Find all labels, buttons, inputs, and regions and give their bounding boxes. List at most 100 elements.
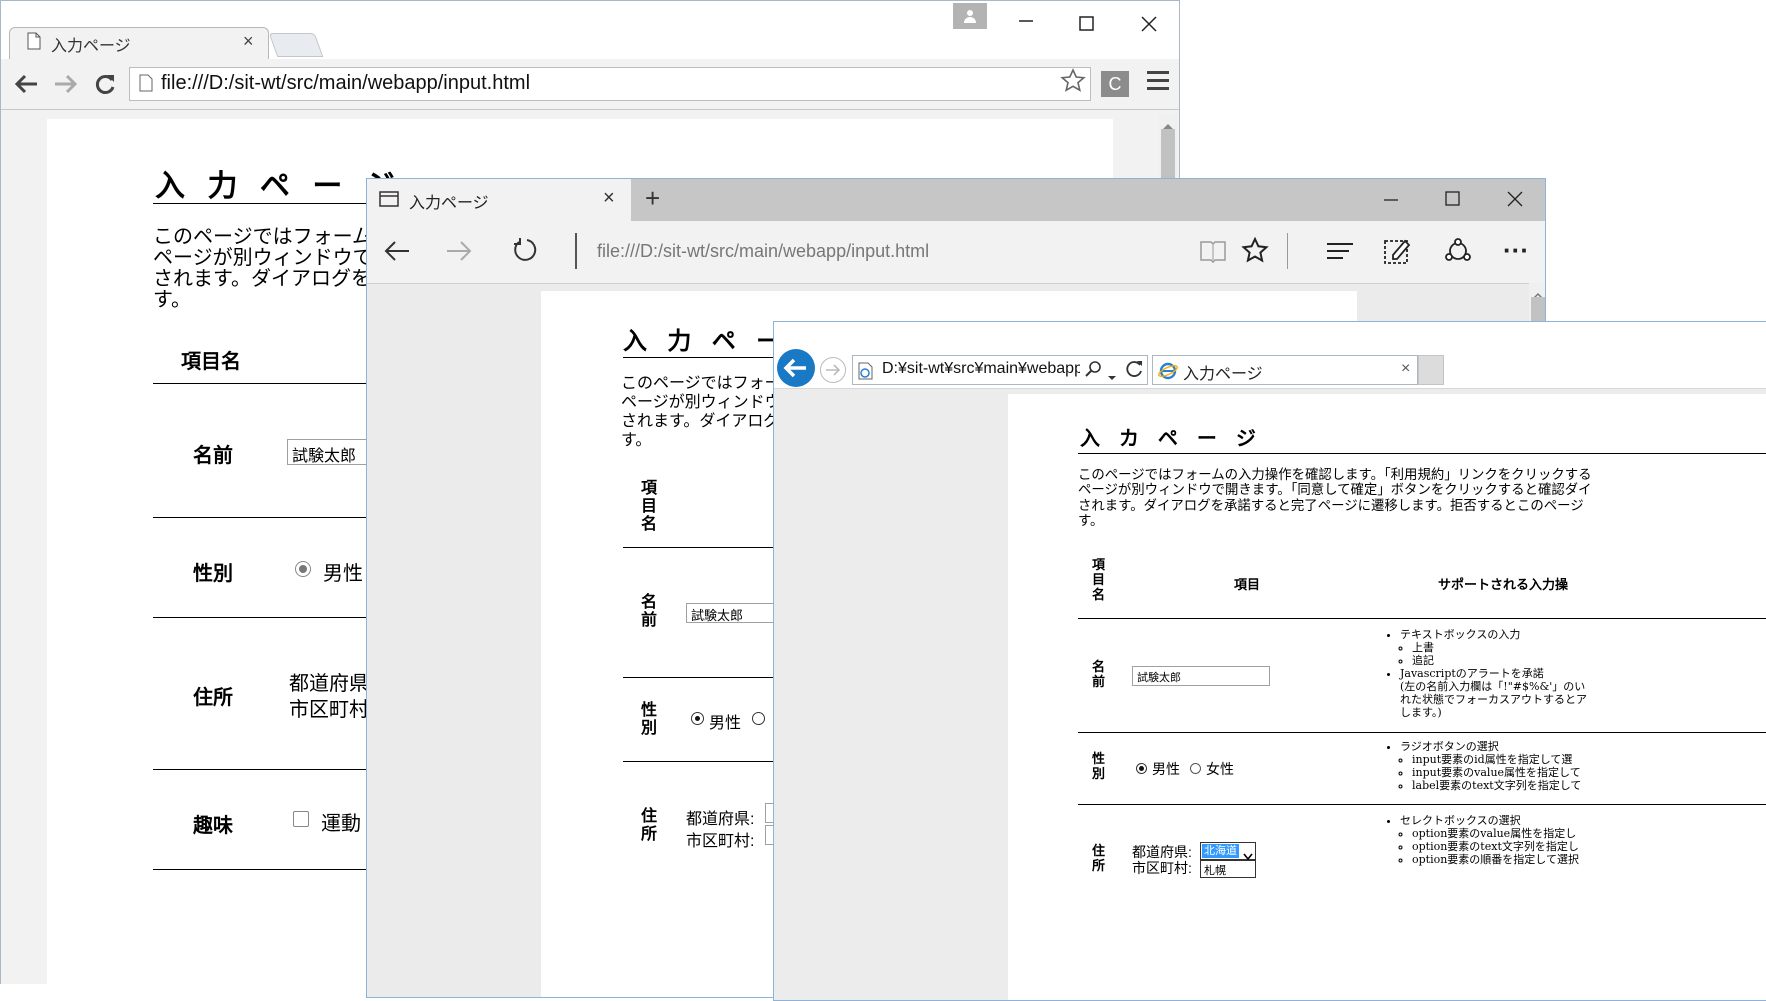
male-label[interactable]: 男性 (709, 709, 741, 733)
more-button[interactable]: ··· (1503, 235, 1529, 266)
male-label[interactable]: 男性 (323, 557, 363, 586)
male-radio[interactable] (691, 712, 704, 725)
minimize-icon[interactable] (1383, 191, 1399, 211)
reload-icon[interactable] (93, 72, 117, 100)
close-icon[interactable] (1507, 191, 1523, 211)
address-text[interactable]: file:///D:/sit-wt/src/main/webapp/input.… (161, 72, 530, 95)
back-arrow-icon[interactable] (13, 73, 39, 99)
row-label-char: 名 (1092, 660, 1106, 675)
forward-arrow-icon[interactable] (445, 239, 473, 267)
support-item: Javascriptのアラートを承諾 (左の名前入力欄は「!"#$%&'」のい … (1400, 667, 1587, 719)
forward-arrow-icon[interactable] (53, 73, 79, 99)
intro-line: す。 (153, 289, 191, 311)
pref-label: 都道府県 (289, 673, 369, 695)
male-radio[interactable] (1136, 763, 1147, 774)
ie-tab-close-button[interactable]: × (1401, 360, 1410, 378)
row-label-name: 名 前 (641, 593, 657, 629)
intro-line: されます。ダイアログを (621, 412, 796, 430)
support-gender-list: ラジオボタンの選択 input要素のid属性を指定して選 input要素のval… (1386, 740, 1581, 792)
support-item: テキストボックスの入力 上書 追記 (1400, 628, 1587, 667)
row-label-char: 所 (641, 824, 658, 843)
ie-logo-icon (1158, 362, 1178, 384)
name-input[interactable]: 試験太郎 (686, 603, 786, 623)
row-label-hobby: 趣味 (193, 813, 233, 837)
support-item-text: ラジオボタンの選択 (1400, 740, 1499, 753)
page-file-icon (858, 362, 874, 384)
support-item-text: テキストボックスの入力 (1400, 628, 1521, 641)
col-header-char: 名 (641, 514, 658, 533)
col-header-char: 目 (1092, 573, 1106, 588)
edge-tab-close-button[interactable]: × (603, 187, 615, 210)
tab-window-icon (379, 191, 399, 211)
row-label-name: 名 前 (1092, 660, 1105, 690)
minimize-icon[interactable] (1017, 5, 1035, 40)
row-label-char: 性 (1092, 752, 1106, 767)
file-icon (139, 74, 153, 96)
ie-new-tab-button[interactable] (1418, 355, 1444, 385)
female-radio[interactable] (752, 712, 765, 725)
back-arrow-icon[interactable] (383, 239, 411, 267)
favorites-star-icon[interactable] (1241, 236, 1269, 269)
edge-new-tab-button[interactable]: + (645, 183, 660, 214)
chrome-tab-close-button[interactable]: × (243, 31, 254, 52)
forward-arrow-icon[interactable] (819, 356, 847, 388)
table-rule (1078, 804, 1766, 805)
col-header-item-name: 項 目 名 (1092, 558, 1105, 603)
pref-select[interactable]: 北海道 (1200, 842, 1256, 861)
city-select-value: 札幌 (1204, 865, 1226, 877)
intro-line: このページではフォームの入力操作を確認します。「利用規約」リンクをクリックする (1078, 468, 1592, 483)
support-note: します。) (1400, 706, 1442, 719)
web-note-icon[interactable] (1383, 237, 1411, 269)
chrome-tab[interactable] (9, 27, 269, 61)
row-label-char: 住 (1092, 844, 1106, 859)
city-select[interactable]: 札幌 (1200, 860, 1256, 878)
name-input[interactable]: 試験太郎 (1132, 666, 1270, 686)
pref-select-value: 北海道 (1202, 844, 1239, 858)
col-header-item: 項目 (1234, 578, 1261, 593)
share-icon[interactable] (1443, 237, 1473, 269)
intro-line: ページが別ウィンドウ (621, 393, 781, 411)
hobby-label[interactable]: 運動 (321, 807, 361, 836)
intro-line: す。 (1078, 514, 1104, 530)
back-arrow-icon[interactable] (776, 348, 816, 392)
edge-toolbar (367, 221, 1545, 284)
support-name-list: テキストボックスの入力 上書 追記 Javascriptのアラートを承諾 (左の… (1386, 628, 1587, 719)
edge-address-text[interactable]: file:///D:/sit-wt/src/main/webapp/input.… (597, 241, 929, 262)
female-radio[interactable] (1190, 763, 1201, 774)
refresh-icon[interactable] (1126, 360, 1144, 382)
row-label-char: 名 (641, 592, 658, 611)
support-item-text: Javascriptのアラートを承諾 (1400, 667, 1544, 680)
hobby-checkbox[interactable] (293, 811, 309, 827)
male-label[interactable]: 男性 (1152, 759, 1180, 779)
edge-tab[interactable] (367, 179, 631, 221)
ie-address-text[interactable]: D:¥sit-wt¥src¥main¥webapp (882, 360, 1080, 378)
row-label-name: 名前 (193, 443, 233, 467)
dropdown-arrow-icon[interactable] (1107, 366, 1117, 385)
intro-line: されます。ダイアログを承諾すると完了ページに遷移します。拒否するとこのページ (1078, 498, 1584, 514)
menu-icon[interactable] (1147, 71, 1169, 91)
row-label-gender: 性 別 (1092, 752, 1105, 782)
toolbar-divider (1287, 233, 1288, 269)
maximize-icon[interactable] (1079, 13, 1095, 37)
female-label[interactable]: 女性 (1206, 759, 1234, 779)
row-label-address: 住 所 (1092, 844, 1105, 874)
col-header-item-name: 項 目 名 (641, 479, 657, 533)
search-icon[interactable] (1085, 360, 1103, 382)
reading-view-icon[interactable] (1199, 239, 1227, 267)
profile-avatar-icon[interactable] (953, 3, 987, 29)
support-sub-item: 追記 (1412, 654, 1587, 667)
heading-rule (1078, 453, 1766, 454)
support-note: れた状態でフォーカスアウトするとア (1400, 693, 1587, 706)
chrome-tab-title: 入力ページ (51, 38, 131, 55)
close-icon[interactable] (1141, 13, 1157, 37)
maximize-icon[interactable] (1445, 191, 1461, 211)
bookmark-star-icon[interactable] (1059, 67, 1087, 102)
reload-icon[interactable] (511, 237, 539, 269)
extension-icon[interactable]: C (1101, 71, 1129, 97)
intro-line: されます。ダイアログを (153, 268, 371, 290)
hub-icon[interactable] (1325, 241, 1355, 265)
row-label-char: 別 (641, 718, 658, 737)
male-radio[interactable] (295, 561, 311, 577)
pref-label: 都道府県: (686, 811, 755, 828)
chrome-new-tab-button[interactable] (268, 33, 324, 57)
